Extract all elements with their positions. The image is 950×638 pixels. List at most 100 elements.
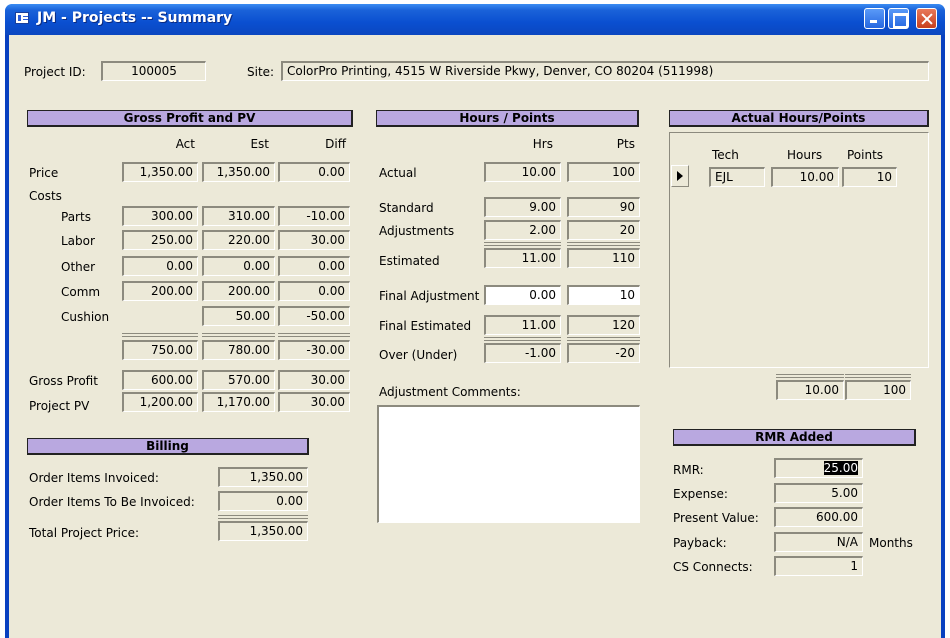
over-under-pts[interactable]: -20 (567, 343, 640, 363)
comm-label: Comm (61, 285, 101, 299)
adjustments-label: Adjustments (379, 224, 455, 238)
over-under-hrs[interactable]: -1.00 (484, 343, 561, 363)
labor-act[interactable]: 250.00 (122, 230, 198, 250)
comm-diff[interactable]: 0.00 (278, 281, 350, 301)
project-id-field[interactable]: 100005 (101, 61, 206, 81)
tech-hours-field[interactable]: 10.00 (771, 167, 839, 187)
col-act: Act (175, 137, 195, 151)
col-diff: Diff (325, 137, 346, 151)
total-costs-est[interactable]: 780.00 (202, 340, 275, 360)
adjustments-pts[interactable]: 20 (567, 220, 640, 240)
project-pv-act[interactable]: 1,200.00 (122, 392, 198, 412)
estimated-pts[interactable]: 110 (567, 248, 640, 268)
col-points: Points (847, 148, 884, 162)
standard-pts[interactable]: 90 (567, 197, 640, 217)
gross-profit-header: Gross Profit and PV (27, 110, 353, 127)
payback-unit-label: Months (869, 536, 913, 550)
price-act[interactable]: 1,350.00 (122, 162, 198, 182)
billing-total-line (218, 515, 308, 519)
adjustments-hrs[interactable]: 2.00 (484, 220, 561, 240)
expense-label: Expense: (673, 487, 728, 501)
title-bar[interactable]: JM - Projects -- Summary (5, 4, 945, 35)
rmr-added-header: RMR Added (673, 429, 916, 446)
over-line-pts (567, 337, 640, 341)
gross-profit-est[interactable]: 570.00 (202, 370, 275, 390)
expense-field[interactable]: 5.00 (774, 483, 863, 503)
parts-label: Parts (61, 210, 91, 224)
form-icon (15, 12, 29, 24)
parts-act[interactable]: 300.00 (122, 206, 198, 226)
adjustment-comments-input[interactable] (377, 405, 640, 523)
record-selector[interactable] (671, 165, 689, 187)
price-diff[interactable]: 0.00 (278, 162, 350, 182)
cs-connects-field[interactable]: 1 (774, 556, 863, 576)
present-value-label: Present Value: (673, 511, 759, 525)
total-line-act (122, 333, 198, 337)
rmr-value: 25.00 (823, 461, 858, 475)
total-costs-act[interactable]: 750.00 (122, 340, 198, 360)
actual-pts[interactable]: 100 (567, 162, 640, 182)
final-estimated-label: Final Estimated (379, 319, 472, 333)
other-diff[interactable]: 0.00 (278, 256, 350, 276)
other-label: Other (61, 260, 96, 274)
present-value-field[interactable]: 600.00 (774, 507, 863, 527)
standard-hrs[interactable]: 9.00 (484, 197, 561, 217)
gross-profit-diff[interactable]: 30.00 (278, 370, 350, 390)
project-id-label: Project ID: (24, 65, 86, 79)
col-hrs: Hrs (532, 137, 553, 151)
invoiced-field[interactable]: 1,350.00 (218, 467, 308, 487)
site-label: Site: (247, 65, 275, 79)
final-adjustment-hrs[interactable]: 0.00 (484, 285, 561, 305)
payback-field[interactable]: N/A (774, 532, 863, 552)
gross-profit-label: Gross Profit (29, 374, 98, 388)
tech-points-field[interactable]: 10 (842, 167, 897, 187)
labor-est[interactable]: 220.00 (202, 230, 275, 250)
form-body: Project ID: 100005 Site: ColorPro Printi… (9, 35, 941, 638)
actual-total-points[interactable]: 100 (845, 380, 911, 400)
window-title: JM - Projects -- Summary (37, 10, 233, 26)
parts-diff[interactable]: -10.00 (278, 206, 350, 226)
price-est[interactable]: 1,350.00 (202, 162, 275, 182)
hours-points-header: Hours / Points (376, 110, 639, 127)
other-est[interactable]: 0.00 (202, 256, 275, 276)
parts-est[interactable]: 310.00 (202, 206, 275, 226)
gross-profit-act[interactable]: 600.00 (122, 370, 198, 390)
rmr-field[interactable]: 25.00 (774, 458, 863, 478)
project-pv-diff[interactable]: 30.00 (278, 392, 350, 412)
cushion-est[interactable]: 50.00 (202, 306, 275, 326)
final-adjustment-pts[interactable]: 10 (567, 285, 640, 305)
other-act[interactable]: 0.00 (122, 256, 198, 276)
total-line-diff (278, 333, 350, 337)
app-window: JM - Projects -- Summary Project ID: 100… (5, 4, 945, 638)
final-estimated-pts[interactable]: 120 (567, 315, 640, 335)
site-field[interactable]: ColorPro Printing, 4515 W Riverside Pkwy… (281, 61, 929, 81)
project-pv-est[interactable]: 1,170.00 (202, 392, 275, 412)
cushion-diff[interactable]: -50.00 (278, 306, 350, 326)
final-adjustment-label: Final Adjustment (379, 289, 480, 303)
actual-total-hours[interactable]: 10.00 (776, 380, 844, 400)
cs-connects-label: CS Connects: (673, 560, 753, 574)
total-price-field[interactable]: 1,350.00 (218, 521, 308, 541)
total-price-label: Total Project Price: (29, 526, 140, 540)
total-costs-diff[interactable]: -30.00 (278, 340, 350, 360)
maximize-button[interactable] (888, 8, 909, 29)
price-label: Price (29, 166, 59, 180)
to-be-invoiced-field[interactable]: 0.00 (218, 491, 308, 511)
actual-hours-points-header: Actual Hours/Points (669, 110, 929, 127)
labor-diff[interactable]: 30.00 (278, 230, 350, 250)
labor-label: Labor (61, 234, 95, 248)
rmr-label: RMR: (673, 463, 704, 477)
minimize-button[interactable] (864, 8, 885, 29)
col-tech: Tech (712, 148, 739, 162)
close-button[interactable] (916, 8, 937, 29)
to-be-invoiced-label: Order Items To Be Invoiced: (29, 495, 195, 509)
billing-header: Billing (27, 438, 309, 455)
comm-act[interactable]: 200.00 (122, 281, 198, 301)
final-estimated-hrs[interactable]: 11.00 (484, 315, 561, 335)
estimated-hrs[interactable]: 11.00 (484, 248, 561, 268)
actual-hrs[interactable]: 10.00 (484, 162, 561, 182)
comm-est[interactable]: 200.00 (202, 281, 275, 301)
tech-field[interactable]: EJL (709, 167, 765, 187)
standard-label: Standard (379, 201, 434, 215)
col-est: Est (250, 137, 269, 151)
